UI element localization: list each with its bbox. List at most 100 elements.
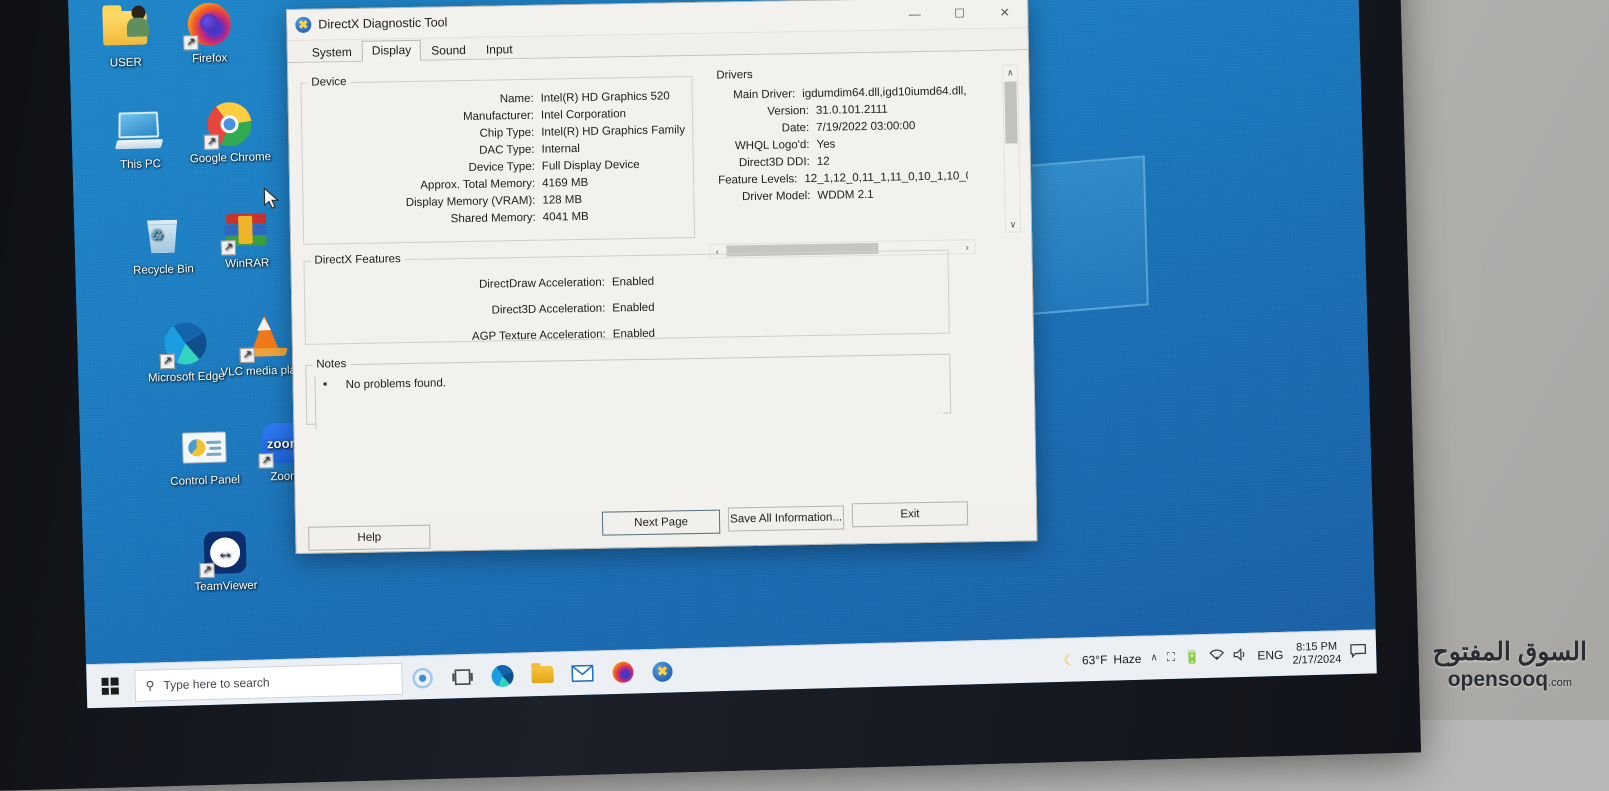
scroll-down-arrow-icon[interactable]: ∨	[1010, 217, 1017, 231]
network-wifi-icon[interactable]	[1209, 649, 1224, 664]
search-placeholder: Type here to search	[163, 675, 269, 692]
driver-value: 12_1,12_0,11_1,11_0,10_1,10_0,9_3,	[804, 168, 968, 188]
scroll-up-arrow-icon[interactable]: ∧	[1007, 65, 1014, 79]
window-title: DirectX Diagnostic Tool	[318, 15, 447, 31]
teamviewer-icon: ↔ ↗	[200, 528, 249, 577]
device-value: Intel(R) HD Graphics Family	[541, 122, 685, 142]
weather-temperature: 63°F	[1082, 652, 1108, 667]
notes-bullet-icon	[324, 382, 327, 385]
microsoft-edge-icon[interactable]	[482, 653, 523, 698]
help-button[interactable]: Help	[308, 525, 430, 551]
camera-icon[interactable]: ⛶	[1167, 650, 1176, 665]
desktop-icon-label: Google Chrome	[184, 151, 276, 166]
firefox-icon[interactable]	[602, 650, 643, 695]
shortcut-arrow-icon: ↗	[221, 240, 236, 255]
minimize-button[interactable]: —	[892, 0, 938, 30]
task-view-icon[interactable]	[442, 654, 483, 699]
driver-value: Yes	[816, 137, 835, 154]
system-tray[interactable]: ☾ 63°F Haze ∧ ⛶ 🔋	[1063, 639, 1377, 673]
notes-legend: Notes	[312, 358, 350, 371]
desktop-icon-firefox[interactable]: ↗ Firefox	[162, 0, 256, 67]
next-page-button[interactable]: Next Page	[602, 510, 720, 536]
watermark-latin: opensooq.com	[1433, 668, 1587, 692]
search-input[interactable]: ⚲ Type here to search	[134, 662, 403, 701]
driver-value: 12	[817, 154, 830, 171]
desktop-icon-label: Firefox	[164, 52, 256, 67]
desktop-icon-label: Microsoft Edge	[140, 370, 232, 385]
driver-key: Date:	[717, 120, 809, 139]
shortcut-arrow-icon: ↗	[183, 35, 198, 50]
notes-box: No problems found.	[314, 366, 943, 429]
maximize-button[interactable]: ☐	[937, 0, 983, 29]
device-value: Intel Corporation	[541, 106, 626, 124]
watermark-tld: .com	[1548, 677, 1572, 689]
exit-button[interactable]: Exit	[852, 501, 968, 527]
shortcut-arrow-icon: ↗	[258, 453, 273, 468]
battery-icon[interactable]: 🔋	[1184, 649, 1201, 665]
close-button[interactable]: ✕	[982, 0, 1028, 28]
start-button[interactable]	[86, 664, 133, 709]
language-indicator[interactable]: ENG	[1257, 647, 1283, 662]
tab-input[interactable]: Input	[476, 39, 523, 60]
clock-time: 8:15 PM	[1292, 640, 1341, 654]
desktop-icon-label: Recycle Bin	[117, 263, 209, 278]
shortcut-arrow-icon: ↗	[199, 563, 214, 578]
dxdiag-window[interactable]: ✖ DirectX Diagnostic Tool — ☐ ✕ System D…	[286, 0, 1037, 554]
volume-icon[interactable]	[1233, 647, 1248, 663]
notes-text: No problems found.	[346, 377, 447, 391]
show-hidden-icons-chevron-icon[interactable]: ∧	[1150, 652, 1158, 663]
desktop-icon-google-chrome[interactable]: ↗ Google Chrome	[183, 99, 277, 166]
watermark-arabic: السوق المفتوح	[1433, 637, 1587, 667]
vlc-media-player-icon: ↗	[241, 313, 290, 362]
device-field-list: Name:Intel(R) HD Graphics 520 Manufactur…	[302, 88, 694, 231]
device-value: Full Display Device	[542, 157, 640, 176]
mail-icon[interactable]	[562, 651, 603, 696]
tab-system[interactable]: System	[302, 42, 362, 63]
vertical-scrollbar-track[interactable]	[1012, 145, 1013, 217]
cortana-icon[interactable]	[402, 655, 443, 700]
desktop-icon-label: TeamViewer	[180, 579, 272, 594]
desktop-icon-label: WinRAR	[201, 257, 293, 272]
desktop-icon-user[interactable]: USER	[78, 4, 172, 71]
opensooq-watermark: السوق المفتوح opensooq.com	[1433, 637, 1587, 692]
shortcut-arrow-icon: ↗	[160, 354, 175, 369]
firefox-icon: ↗	[184, 0, 233, 49]
search-icon: ⚲	[145, 678, 154, 692]
feature-value: Enabled	[613, 321, 656, 348]
scroll-right-arrow-icon[interactable]: ›	[960, 242, 974, 252]
weather-widget[interactable]: ☾ 63°F Haze	[1063, 650, 1141, 669]
device-vertical-scrollbar[interactable]: ∧ ∨	[1002, 64, 1021, 232]
action-center-icon[interactable]	[1350, 644, 1366, 661]
device-group: Device Name:Intel(R) HD Graphics 520 Man…	[300, 70, 695, 245]
driver-key: Direct3D DDI:	[718, 154, 810, 173]
desktop-icon-this-pc[interactable]: This PC	[93, 105, 187, 172]
control-panel-icon	[180, 422, 229, 471]
driver-key: Feature Levels:	[718, 171, 798, 189]
file-explorer-icon[interactable]	[522, 652, 563, 697]
desktop-icon-winrar[interactable]: ↗ WinRAR	[200, 205, 294, 272]
desktop-icon-teamviewer[interactable]: ↔ ↗ TeamViewer	[178, 527, 272, 594]
winrar-icon: ↗	[222, 205, 271, 254]
device-value: 128 MB	[542, 192, 582, 210]
directx-features-legend: DirectX Features	[310, 253, 404, 267]
vertical-scrollbar-thumb[interactable]	[1004, 81, 1017, 143]
recycle-bin-icon: ♻	[138, 211, 187, 260]
user-folder-icon	[100, 4, 149, 53]
device-value: Internal	[541, 141, 580, 159]
desktop-icon-recycle-bin[interactable]: ♻ Recycle Bin	[116, 211, 210, 278]
weather-condition: Haze	[1113, 651, 1141, 666]
tab-sound[interactable]: Sound	[421, 40, 476, 61]
weather-icon: ☾	[1063, 652, 1076, 669]
driver-key: Main Driver:	[717, 86, 796, 104]
directx-diagnostic-icon[interactable]: ✖	[642, 649, 683, 694]
drivers-field-list: Main Driver:igdumdim64.dll,igd10iumd64.d…	[717, 83, 969, 206]
driver-key: WHQL Logo'd:	[717, 137, 809, 156]
monitor: USER ↗ Firefox This PC ↗ Google Chrome	[0, 0, 1421, 791]
device-value: 4041 MB	[543, 209, 589, 227]
microsoft-edge-icon: ↗	[161, 319, 210, 368]
save-all-information-button[interactable]: Save All Information...	[728, 505, 844, 531]
dxdiag-display-pane: Device Name:Intel(R) HD Graphics 520 Man…	[288, 50, 1036, 521]
tab-display[interactable]: Display	[362, 40, 422, 62]
clock[interactable]: 8:15 PM 2/17/2024	[1292, 640, 1342, 667]
feature-value: Enabled	[612, 269, 655, 296]
